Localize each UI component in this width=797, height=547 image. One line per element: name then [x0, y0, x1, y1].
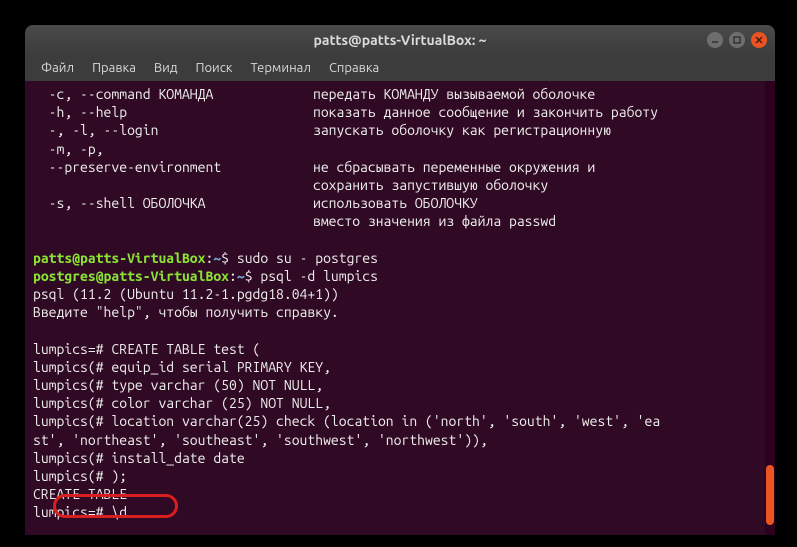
sql-result: CREATE TABLE [33, 485, 767, 503]
minimize-button[interactable] [707, 32, 723, 48]
help-desc: использовать ОБОЛОЧКУ [313, 195, 478, 211]
psql-prompt: lumpics(# [33, 359, 111, 375]
sql-text: equip_id serial PRIMARY KEY, [111, 359, 331, 375]
close-icon [755, 36, 763, 44]
psql-prompt: lumpics=# [33, 504, 111, 520]
sql-text: color varchar (25) NOT NULL, [111, 395, 331, 411]
prompt-user: postgres@patts-VirtualBox [33, 268, 229, 284]
scrollbar-thumb[interactable] [766, 465, 774, 525]
prompt-sym: $ [221, 250, 237, 266]
psql-prompt: lumpics(# [33, 395, 111, 411]
prompt-path: ~ [213, 250, 221, 266]
sql-text: type varchar (50) NOT NULL, [111, 377, 323, 393]
help-opt: -, -l, --login [33, 121, 313, 139]
prompt-path: ~ [237, 268, 245, 284]
sql-text: ); [111, 468, 127, 484]
help-opt: -h, --help [33, 103, 313, 121]
psql-command: \d [111, 504, 127, 520]
help-desc: передать КОМАНДУ вызываемой оболочке [313, 86, 595, 102]
command-text: sudo su - postgres [237, 250, 378, 266]
psql-version: psql (11.2 (Ubuntu 11.2-1.pgdg18.04+1)) [33, 285, 767, 303]
menubar: Файл Правка Вид Поиск Терминал Справка [25, 55, 775, 81]
psql-prompt: lumpics(# [33, 377, 111, 393]
help-desc: показать данное сообщение и закончить ра… [313, 104, 658, 120]
psql-hint: Введите "help", чтобы получить справку. [33, 303, 767, 321]
command-text: psql -d lumpics [260, 268, 378, 284]
sql-text: st', 'northeast', 'southeast', 'southwes… [33, 431, 767, 449]
help-opt: -c, --command КОМАНДА [33, 85, 313, 103]
menu-terminal[interactable]: Терминал [242, 59, 318, 77]
sql-text: CREATE TABLE test ( [111, 341, 260, 357]
help-desc: сохранить запустившую оболочку [313, 177, 548, 193]
menu-search[interactable]: Поиск [187, 59, 240, 77]
window-title: patts@patts-VirtualBox: ~ [314, 32, 487, 48]
psql-prompt: lumpics=# [33, 341, 111, 357]
window-controls [707, 32, 767, 48]
maximize-button[interactable] [729, 32, 745, 48]
prompt-user: patts@patts-VirtualBox [33, 250, 205, 266]
prompt-sep: : [229, 268, 237, 284]
minimize-icon [711, 36, 719, 44]
terminal-window: patts@patts-VirtualBox: ~ Файл Правка Ви… [25, 25, 775, 535]
help-desc: не сбрасывать переменные окружения и [313, 159, 595, 175]
help-opt: -m, -p, [33, 140, 313, 158]
sql-text: install_date date [111, 450, 244, 466]
terminal-output[interactable]: -c, --command КОМАНДАпередать КОМАНДУ вы… [25, 81, 775, 535]
sql-text: location varchar(25) check (location in … [111, 413, 660, 429]
psql-prompt: lumpics(# [33, 450, 111, 466]
help-desc: вместо значения из файла passwd [313, 213, 556, 229]
help-opt: --preserve-environment [33, 158, 313, 176]
maximize-icon [733, 36, 741, 44]
prompt-sym: $ [245, 268, 261, 284]
scrollbar[interactable] [765, 81, 775, 535]
help-desc: запускать оболочку как регистрационную [313, 122, 611, 138]
menu-view[interactable]: Вид [146, 59, 186, 77]
menu-file[interactable]: Файл [33, 59, 82, 77]
titlebar: patts@patts-VirtualBox: ~ [25, 25, 775, 55]
psql-prompt: lumpics(# [33, 413, 111, 429]
menu-help[interactable]: Справка [321, 59, 387, 77]
menu-edit[interactable]: Правка [84, 59, 144, 77]
close-button[interactable] [751, 32, 767, 48]
psql-prompt: lumpics(# [33, 468, 111, 484]
help-opt: -s, --shell ОБОЛОЧКА [33, 194, 313, 212]
